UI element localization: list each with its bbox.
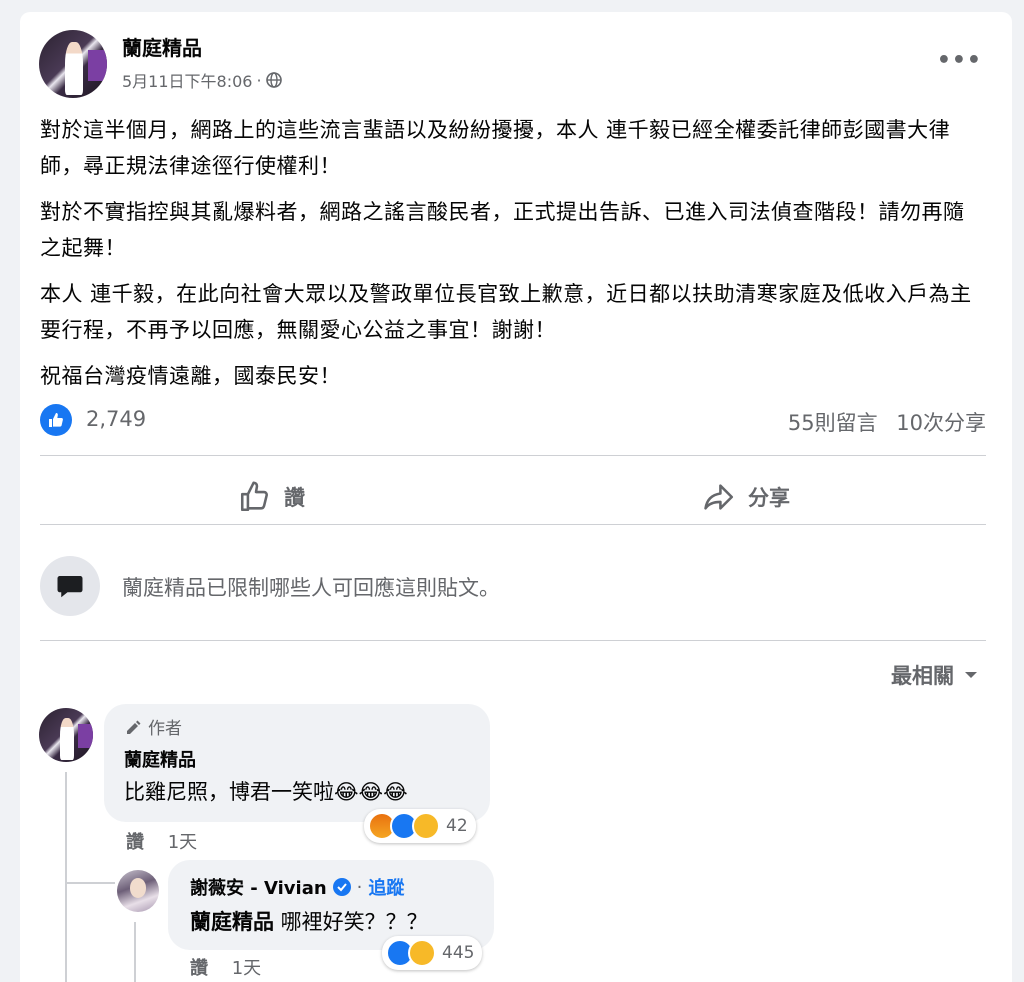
author-badge: 作者 [124,714,182,739]
haha-reaction-icon [408,939,436,967]
comment-sort-dropdown[interactable]: 最相關 [891,660,978,690]
comment-reactions[interactable]: 42 [364,809,476,843]
mention-link[interactable]: 蘭庭精品 [190,910,274,934]
post-paragraph: 對於這半個月，網路上的這些流言蜚語以及紛紛擾擾，本人 連千毅已經全權委託律師彭國… [40,118,951,178]
post-card: 蘭庭精品 5月11日下午8:06 · ••• 對於這半個月，網路上的這些流言蜚語… [20,12,1012,982]
reply-author-name[interactable]: 謝薇安 - Vivian [190,874,327,900]
post-paragraph: 本人 連千毅，在此向社會大眾以及警政單位長官致上歉意，近日都以扶助清寒家庭及低收… [40,282,972,342]
restriction-notice: 蘭庭精品已限制哪些人可回應這則貼文。 [122,576,500,600]
thread-line [65,772,67,982]
meta-separator: · [256,70,262,90]
comment-like-button[interactable]: 讚 [126,832,144,853]
page-avatar[interactable] [39,30,107,98]
commenter-avatar[interactable] [39,708,93,762]
like-button-label: 讚 [284,486,305,510]
comment-actions: 讚 1天 [126,828,197,854]
comment-text: 比雞尼照，博君一笑啦😂😂😂 [124,780,408,804]
reply-author: 謝薇安 - Vivian · 追蹤 [190,874,404,900]
post-body: 對於這半個月，網路上的這些流言蜚語以及紛紛擾擾，本人 連千毅已經全權委託律師彭國… [40,112,985,404]
divider [40,455,986,456]
reaction-count: 42 [446,816,468,836]
like-button[interactable]: 讚 [238,472,305,522]
name-separator: · [356,876,363,898]
sort-label: 最相關 [891,664,954,688]
reactions-bar: 2,749 55則留言 10次分享 [40,404,986,438]
reply-text-body: 哪裡好笑？？？ [274,910,428,934]
thread-line [65,882,115,884]
reply-avatar[interactable] [117,870,159,912]
globe-icon [265,72,282,88]
verified-badge-icon [332,878,351,896]
share-count[interactable]: 10次分享 [896,411,986,435]
post-meta: 5月11日下午8:06 · [122,68,282,92]
comment-time[interactable]: 1天 [168,832,197,853]
pencil-icon [127,720,141,734]
post-paragraph: 祝福台灣疫情遠離，國泰民安！ [40,364,341,388]
restricted-comments-icon [40,556,100,616]
reply-time[interactable]: 1天 [232,958,261,979]
share-button[interactable]: 分享 [702,472,790,522]
reply-text: 蘭庭精品 哪裡好笑？？？ [190,906,428,936]
page-name[interactable]: 蘭庭精品 [122,32,202,61]
share-arrow-icon [704,484,734,510]
author-tag-label: 作者 [148,719,182,739]
post-paragraph: 對於不實指控與其亂爆料者，網路之謠言酸民者，正式提出告訴、已進入司法偵查階段！請… [40,200,965,260]
like-count[interactable]: 2,749 [86,407,146,431]
comment-count[interactable]: 55則留言 [788,411,878,435]
divider [40,640,986,641]
engagement-stats: 55則留言 10次分享 [776,407,986,437]
like-reaction-icon[interactable] [40,404,72,436]
caret-down-icon [965,672,977,678]
reply-reactions[interactable]: 445 [382,936,483,970]
reaction-count: 445 [442,943,475,963]
comment-bubble: 作者 蘭庭精品 比雞尼照，博君一笑啦😂😂😂 [104,704,490,822]
share-button-label: 分享 [748,486,790,510]
comment-author-name[interactable]: 蘭庭精品 [124,746,196,772]
divider [40,524,986,525]
haha-reaction-icon [412,812,440,840]
follow-button[interactable]: 追蹤 [368,874,404,900]
reply-actions: 讚 1天 [190,954,261,980]
more-options-button[interactable]: ••• [937,48,982,73]
thread-line [134,922,136,982]
reply-like-button[interactable]: 讚 [190,958,208,979]
thumbs-up-icon [240,481,268,512]
post-timestamp[interactable]: 5月11日下午8:06 [122,68,252,92]
